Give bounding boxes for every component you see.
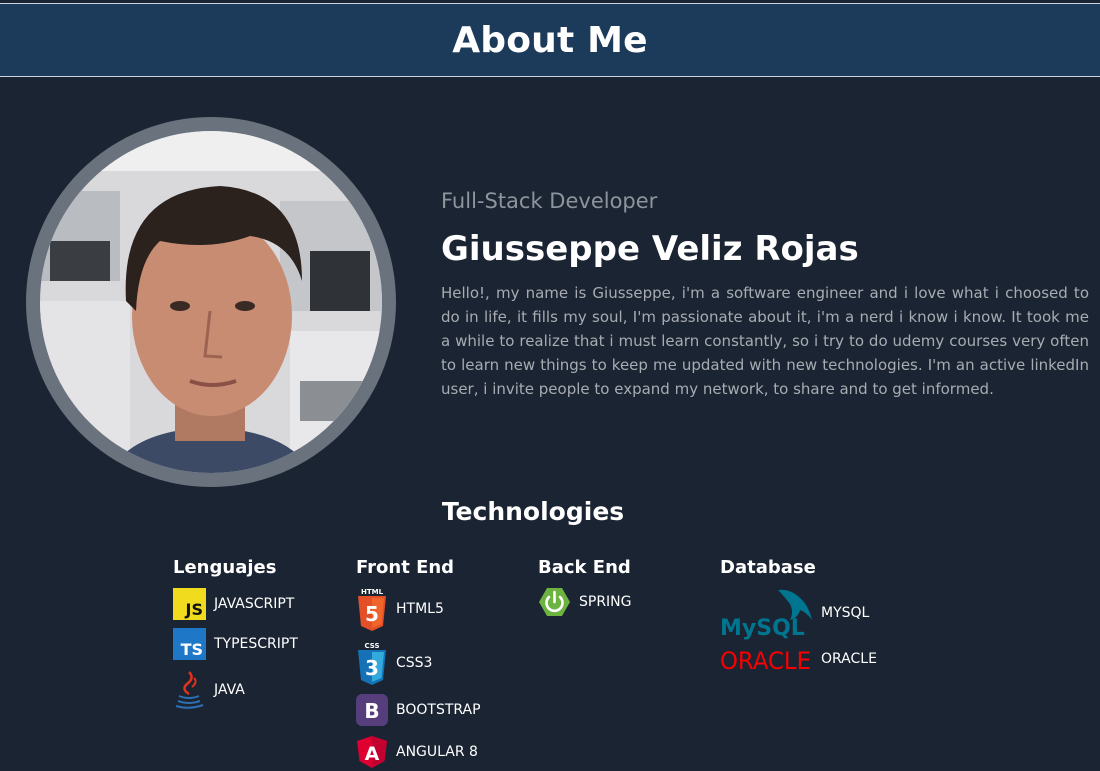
tech-item-typescript: TS TYPESCRIPT xyxy=(173,628,298,660)
tech-item-bootstrap: B BOOTSTRAP xyxy=(356,694,481,726)
svg-text:3: 3 xyxy=(365,656,379,680)
typescript-icon: TS xyxy=(173,628,206,660)
column-title-front-end: Front End xyxy=(356,557,455,578)
tech-item-java: JAVA xyxy=(173,670,245,710)
oracle-logo-text: ORACLE xyxy=(720,647,811,672)
tech-label: ANGULAR 8 xyxy=(396,744,478,760)
tech-item-css3: CSS 3 CSS3 xyxy=(356,640,432,686)
tech-label: JAVASCRIPT xyxy=(214,596,295,612)
column-title-back-end: Back End xyxy=(538,557,631,578)
job-title: Full-Stack Developer xyxy=(441,189,658,213)
bio-text: Hello!, my name is Giusseppe, i'm a soft… xyxy=(441,284,1089,398)
page-title: About Me xyxy=(452,19,648,61)
bootstrap-icon: B xyxy=(356,694,388,726)
mysql-logo-text: MySQL xyxy=(720,616,805,640)
tech-label: CSS3 xyxy=(396,655,433,671)
ts-logo-text: TS xyxy=(181,640,203,659)
person-name: Giusseppe Veliz Rojas xyxy=(441,229,859,269)
tech-item-angular: A ANGULAR 8 xyxy=(356,735,478,769)
angular-logo-text: A xyxy=(365,743,380,765)
technologies-title: Technologies xyxy=(441,497,625,526)
html-logo-text: HTML xyxy=(361,588,384,596)
tech-label: MYSQL xyxy=(821,605,870,621)
java-icon xyxy=(173,670,206,710)
js-logo-text: JS xyxy=(185,600,203,619)
css3-icon: CSS 3 xyxy=(356,640,388,686)
bootstrap-logo-text: B xyxy=(364,699,379,723)
tech-item-mysql: MySQL MYSQL xyxy=(720,586,869,640)
tech-item-javascript: JS JAVASCRIPT xyxy=(173,588,294,620)
css-logo-text: CSS xyxy=(364,642,379,650)
tech-item-html5: HTML 5 HTML5 xyxy=(356,586,444,632)
html5-icon: HTML 5 xyxy=(356,586,388,632)
svg-text:5: 5 xyxy=(365,602,379,626)
javascript-icon: JS xyxy=(173,588,206,620)
profile-photo xyxy=(40,131,382,473)
mysql-logo: MySQL xyxy=(720,586,813,640)
page-header: About Me xyxy=(0,3,1100,77)
column-title-languages: Lenguajes xyxy=(173,557,277,578)
tech-item-oracle: ORACLE ORACLE xyxy=(720,646,877,672)
tech-label: SPRING xyxy=(579,594,632,610)
tech-label: HTML5 xyxy=(396,601,444,617)
oracle-logo: ORACLE xyxy=(720,646,813,672)
spring-icon xyxy=(538,586,571,618)
tech-label: ORACLE xyxy=(821,651,877,667)
column-title-database: Database xyxy=(720,557,816,578)
tech-label: JAVA xyxy=(214,682,245,698)
angular-icon: A xyxy=(356,735,388,769)
tech-item-spring: SPRING xyxy=(538,586,632,618)
tech-label: TYPESCRIPT xyxy=(214,636,298,652)
tech-label: BOOTSTRAP xyxy=(396,702,481,718)
